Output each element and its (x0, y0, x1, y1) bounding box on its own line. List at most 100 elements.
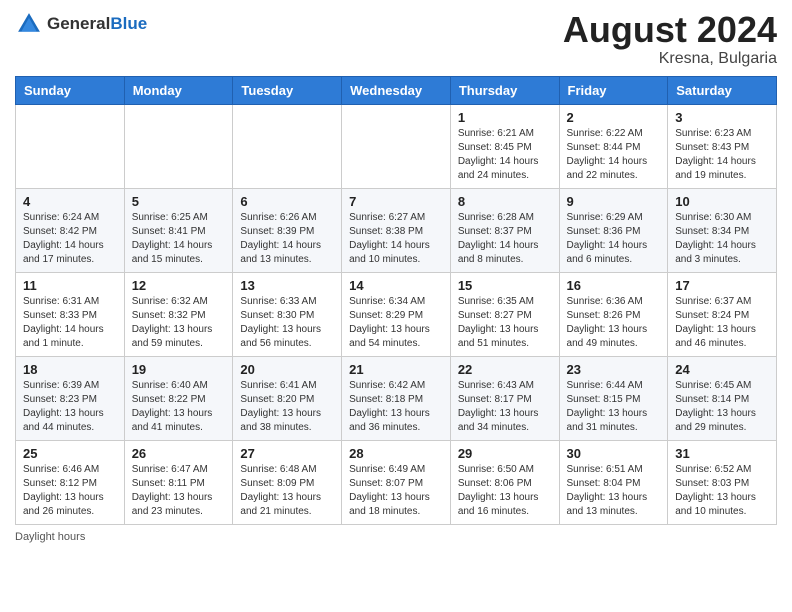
location: Kresna, Bulgaria (563, 50, 777, 68)
cell-content: Sunrise: 6:44 AM Sunset: 8:15 PM Dayligh… (567, 379, 661, 435)
day-number: 10 (675, 194, 769, 209)
table-row: 31 Sunrise: 6:52 AM Sunset: 8:03 PM Dayli… (668, 440, 777, 524)
table-row: 11 Sunrise: 6:31 AM Sunset: 8:33 PM Dayli… (16, 272, 125, 356)
day-number: 6 (240, 194, 334, 209)
col-friday: Friday (559, 76, 668, 104)
table-row: 26 Sunrise: 6:47 AM Sunset: 8:11 PM Dayli… (124, 440, 233, 524)
title-block: August 2024 Kresna, Bulgaria (563, 10, 777, 68)
table-row: 22 Sunrise: 6:43 AM Sunset: 8:17 PM Dayli… (450, 356, 559, 440)
table-row: 21 Sunrise: 6:42 AM Sunset: 8:18 PM Dayli… (342, 356, 451, 440)
day-number: 2 (567, 110, 661, 125)
table-row: 14Sunrise: 6:34 AM Sunset: 8:29 PM Dayli… (342, 272, 451, 356)
cell-content: Sunrise: 6:24 AM Sunset: 8:42 PM Dayligh… (23, 211, 117, 267)
cell-content: Sunrise: 6:41 AM Sunset: 8:20 PM Dayligh… (240, 379, 334, 435)
week-row-0: 1Sunrise: 6:21 AM Sunset: 8:45 PM Daylig… (16, 104, 777, 188)
table-row: 6 Sunrise: 6:26 AM Sunset: 8:39 PM Daylig… (233, 188, 342, 272)
footer: Daylight hours (15, 531, 777, 543)
header: General Blue August 2024 Kresna, Bulgari… (15, 10, 777, 68)
week-row-2: 11 Sunrise: 6:31 AM Sunset: 8:33 PM Dayli… (16, 272, 777, 356)
cell-content: Sunrise: 6:36 AM Sunset: 8:26 PM Dayligh… (567, 295, 661, 351)
day-number: 27 (240, 446, 334, 461)
cell-content: Sunrise: 6:52 AM Sunset: 8:03 PM Dayligh… (675, 463, 769, 519)
cell-content: Sunrise: 6:43 AM Sunset: 8:17 PM Dayligh… (458, 379, 552, 435)
table-row: 7 Sunrise: 6:27 AM Sunset: 8:38 PM Daylig… (342, 188, 451, 272)
month-year: August 2024 (563, 10, 777, 50)
day-number: 30 (567, 446, 661, 461)
week-row-3: 18 Sunrise: 6:39 AM Sunset: 8:23 PM Dayli… (16, 356, 777, 440)
table-row: 23 Sunrise: 6:44 AM Sunset: 8:15 PM Dayli… (559, 356, 668, 440)
cell-content: Sunrise: 6:39 AM Sunset: 8:23 PM Dayligh… (23, 379, 117, 435)
cell-content: Sunrise: 6:51 AM Sunset: 8:04 PM Dayligh… (567, 463, 661, 519)
table-row: 4 Sunrise: 6:24 AM Sunset: 8:42 PM Daylig… (16, 188, 125, 272)
day-number: 9 (567, 194, 661, 209)
table-row: 17Sunrise: 6:37 AM Sunset: 8:24 PM Dayli… (668, 272, 777, 356)
table-row: 18 Sunrise: 6:39 AM Sunset: 8:23 PM Dayli… (16, 356, 125, 440)
table-row: 13Sunrise: 6:33 AM Sunset: 8:30 PM Dayli… (233, 272, 342, 356)
cell-content: Sunrise: 6:23 AM Sunset: 8:43 PM Dayligh… (675, 127, 769, 183)
cell-content: Sunrise: 6:27 AM Sunset: 8:38 PM Dayligh… (349, 211, 443, 267)
table-row: 16 Sunrise: 6:36 AM Sunset: 8:26 PM Dayli… (559, 272, 668, 356)
cell-content: Sunrise: 6:48 AM Sunset: 8:09 PM Dayligh… (240, 463, 334, 519)
day-number: 26 (132, 446, 226, 461)
week-row-4: 25Sunrise: 6:46 AM Sunset: 8:12 PM Dayli… (16, 440, 777, 524)
col-tuesday: Tuesday (233, 76, 342, 104)
day-number: 23 (567, 362, 661, 377)
day-number: 16 (567, 278, 661, 293)
day-number: 4 (23, 194, 117, 209)
day-number: 18 (23, 362, 117, 377)
table-row: 24Sunrise: 6:45 AM Sunset: 8:14 PM Dayli… (668, 356, 777, 440)
day-number: 5 (132, 194, 226, 209)
day-number: 25 (23, 446, 117, 461)
col-wednesday: Wednesday (342, 76, 451, 104)
col-monday: Monday (124, 76, 233, 104)
table-row (16, 104, 125, 188)
cell-content: Sunrise: 6:22 AM Sunset: 8:44 PM Dayligh… (567, 127, 661, 183)
day-number: 29 (458, 446, 552, 461)
day-number: 19 (132, 362, 226, 377)
cell-content: Sunrise: 6:42 AM Sunset: 8:18 PM Dayligh… (349, 379, 443, 435)
header-row: Sunday Monday Tuesday Wednesday Thursday… (16, 76, 777, 104)
table-row: 2 Sunrise: 6:22 AM Sunset: 8:44 PM Daylig… (559, 104, 668, 188)
cell-content: Sunrise: 6:21 AM Sunset: 8:45 PM Dayligh… (458, 127, 552, 183)
table-row: 5Sunrise: 6:25 AM Sunset: 8:41 PM Daylig… (124, 188, 233, 272)
day-number: 7 (349, 194, 443, 209)
day-number: 11 (23, 278, 117, 293)
table-row: 3 Sunrise: 6:23 AM Sunset: 8:43 PM Daylig… (668, 104, 777, 188)
cell-content: Sunrise: 6:47 AM Sunset: 8:11 PM Dayligh… (132, 463, 226, 519)
table-row: 10 Sunrise: 6:30 AM Sunset: 8:34 PM Dayli… (668, 188, 777, 272)
table-row (124, 104, 233, 188)
logo-general: General (47, 14, 110, 34)
day-number: 22 (458, 362, 552, 377)
table-row: 30 Sunrise: 6:51 AM Sunset: 8:04 PM Dayli… (559, 440, 668, 524)
table-row: 8 Sunrise: 6:28 AM Sunset: 8:37 PM Daylig… (450, 188, 559, 272)
day-number: 8 (458, 194, 552, 209)
day-number: 31 (675, 446, 769, 461)
cell-content: Sunrise: 6:32 AM Sunset: 8:32 PM Dayligh… (132, 295, 226, 351)
table-row: 27 Sunrise: 6:48 AM Sunset: 8:09 PM Dayli… (233, 440, 342, 524)
calendar-table: Sunday Monday Tuesday Wednesday Thursday… (15, 76, 777, 525)
table-row: 9 Sunrise: 6:29 AM Sunset: 8:36 PM Daylig… (559, 188, 668, 272)
cell-content: Sunrise: 6:40 AM Sunset: 8:22 PM Dayligh… (132, 379, 226, 435)
cell-content: Sunrise: 6:28 AM Sunset: 8:37 PM Dayligh… (458, 211, 552, 267)
logo-icon (15, 10, 43, 38)
table-row: 12 Sunrise: 6:32 AM Sunset: 8:32 PM Dayli… (124, 272, 233, 356)
cell-content: Sunrise: 6:26 AM Sunset: 8:39 PM Dayligh… (240, 211, 334, 267)
cell-content: Sunrise: 6:35 AM Sunset: 8:27 PM Dayligh… (458, 295, 552, 351)
day-number: 14 (349, 278, 443, 293)
cell-content: Sunrise: 6:29 AM Sunset: 8:36 PM Dayligh… (567, 211, 661, 267)
day-number: 24 (675, 362, 769, 377)
table-row: 1Sunrise: 6:21 AM Sunset: 8:45 PM Daylig… (450, 104, 559, 188)
table-row: 20Sunrise: 6:41 AM Sunset: 8:20 PM Dayli… (233, 356, 342, 440)
day-number: 12 (132, 278, 226, 293)
cell-content: Sunrise: 6:33 AM Sunset: 8:30 PM Dayligh… (240, 295, 334, 351)
week-row-1: 4 Sunrise: 6:24 AM Sunset: 8:42 PM Daylig… (16, 188, 777, 272)
cell-content: Sunrise: 6:31 AM Sunset: 8:33 PM Dayligh… (23, 295, 117, 351)
day-number: 3 (675, 110, 769, 125)
day-number: 17 (675, 278, 769, 293)
logo: General Blue (15, 10, 147, 38)
cell-content: Sunrise: 6:30 AM Sunset: 8:34 PM Dayligh… (675, 211, 769, 267)
day-number: 15 (458, 278, 552, 293)
day-number: 21 (349, 362, 443, 377)
day-number: 28 (349, 446, 443, 461)
daylight-label: Daylight hours (15, 531, 85, 543)
